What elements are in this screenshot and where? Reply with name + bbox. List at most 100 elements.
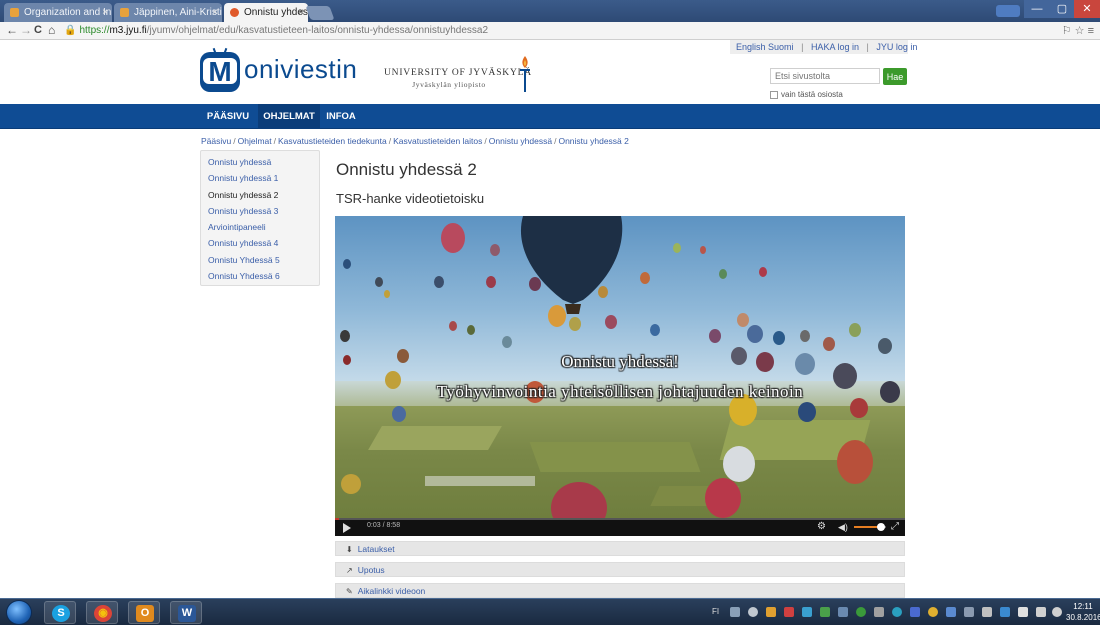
tray-icon[interactable]: [820, 607, 830, 617]
tab-title: Jäppinen, Aini-Kristi: [134, 7, 222, 18]
tab-close-icon[interactable]: ×: [298, 3, 304, 22]
nav-infoa[interactable]: INFOA: [322, 104, 360, 129]
home-icon[interactable]: ⌂: [48, 23, 55, 38]
window-close-button[interactable]: ✕: [1074, 0, 1100, 18]
tray-icon[interactable]: [802, 607, 812, 617]
sidebar-item[interactable]: Onnistu Yhdessä 5: [201, 252, 319, 268]
tray-icon[interactable]: [784, 607, 794, 617]
downloads-bar[interactable]: ⬇ Lataukset: [335, 541, 905, 556]
nav-paasivu[interactable]: PÄÄSIVU: [200, 104, 256, 129]
clock-time: 12:11: [1073, 602, 1093, 611]
window-maximize-button[interactable]: ▢: [1050, 0, 1074, 18]
tray-icon[interactable]: [748, 607, 758, 617]
suomi-link[interactable]: Suomi: [768, 42, 794, 52]
tray-icon[interactable]: [856, 607, 866, 617]
windows-taskbar: S ◉ O W FI 12:11 30.8.2016: [0, 598, 1100, 625]
checkbox-icon[interactable]: [770, 90, 778, 99]
speaker-icon[interactable]: [1052, 607, 1062, 617]
video-player[interactable]: Onnistu yhdessä! Työhyvinvointia yhteisö…: [335, 216, 905, 536]
window-minimize-button[interactable]: —: [1024, 0, 1050, 18]
tray-icon[interactable]: [838, 607, 848, 617]
browser-tab-1[interactable]: Organization and In ×: [4, 3, 112, 22]
tray-icon[interactable]: [766, 607, 776, 617]
sidebar-item-current[interactable]: Onnistu yhdessä 2: [201, 187, 319, 203]
tab-favicon-icon: [230, 8, 239, 17]
tray-icon[interactable]: [730, 607, 740, 617]
url-field[interactable]: 🔒 https://m3.jyu.fi/jyumv/ohjelmat/edu/ka…: [64, 24, 488, 38]
web-page: English Suomi | HAKA log in | JYU log in…: [0, 40, 1100, 598]
profile-badge-icon[interactable]: [996, 5, 1020, 17]
download-icon: ⬇: [346, 545, 353, 554]
downloads-label: Lataukset: [357, 544, 395, 554]
tab-title: Organization and In: [24, 7, 112, 18]
taskbar-outlook[interactable]: O: [128, 601, 160, 624]
jyu-login-link[interactable]: JYU log in: [876, 42, 917, 52]
breadcrumb: Pääsivu / Ohjelmat / Kasvatustieteiden tiede…: [201, 136, 629, 146]
page-title: Onnistu yhdessä 2: [336, 160, 477, 179]
breadcrumb-item[interactable]: Kasvatustieteiden laitos: [393, 136, 482, 146]
tab-close-icon[interactable]: ×: [102, 3, 108, 22]
tray-icon[interactable]: [964, 607, 974, 617]
windows-start-icon[interactable]: [6, 600, 32, 625]
breadcrumb-item[interactable]: Ohjelmat: [238, 136, 272, 146]
browser-tab-3-active[interactable]: Onnistu yhdessä 2 – ×: [224, 3, 308, 22]
haka-login-link[interactable]: HAKA log in: [811, 42, 859, 52]
university-logo[interactable]: UNIVERSITY OF JYVÄSKYLÄ Jyväskylän yliop…: [384, 68, 532, 89]
flag-icon[interactable]: [1018, 607, 1028, 617]
taskbar-chrome[interactable]: ◉: [86, 601, 118, 624]
outlook-icon: O: [136, 605, 154, 622]
english-link[interactable]: English: [736, 42, 766, 52]
search-input[interactable]: [770, 68, 880, 84]
volume-knob[interactable]: [877, 523, 886, 531]
language-indicator[interactable]: FI: [712, 607, 719, 616]
separator: |: [801, 42, 804, 52]
search-scope-checkbox[interactable]: vain tästä osiosta: [770, 90, 843, 99]
new-tab-button[interactable]: [305, 6, 335, 20]
tray-icon[interactable]: [946, 607, 956, 617]
sidebar-item[interactable]: Onnistu yhdessä 1: [201, 170, 319, 186]
network-icon[interactable]: [1036, 607, 1046, 617]
play-icon[interactable]: [343, 523, 351, 533]
search-button[interactable]: Hae: [883, 68, 907, 85]
timelink-label: Aikalinkki videoon: [357, 586, 426, 596]
tray-icon[interactable]: [1000, 607, 1010, 617]
tray-icon[interactable]: [874, 607, 884, 617]
tab-favicon-icon: [120, 8, 129, 17]
logo-letter: M: [208, 56, 232, 87]
sidebar-item[interactable]: Onnistu yhdessä 3: [201, 203, 319, 219]
embed-bar[interactable]: ↗ Upotus: [335, 562, 905, 577]
fullscreen-icon[interactable]: ⤢: [891, 521, 899, 533]
video-controls: 0:03 / 8:58 ⚙ ◀) ⤢: [335, 518, 905, 536]
breadcrumb-item[interactable]: Kasvatustieteiden tiedekunta: [278, 136, 387, 146]
forward-arrow-icon[interactable]: →: [20, 23, 32, 38]
taskbar-clock[interactable]: 12:11 30.8.2016: [1066, 601, 1100, 623]
nav-ohjelmat[interactable]: OHJELMAT: [258, 104, 320, 129]
back-arrow-icon[interactable]: ←: [6, 23, 18, 38]
browser-tab-2[interactable]: Jäppinen, Aini-Kristi ×: [114, 3, 222, 22]
sidebar-item[interactable]: Arviointipaneeli: [201, 219, 319, 235]
url-domain: m3.jyu.fi: [109, 25, 147, 36]
sidebar-item[interactable]: Onnistu yhdessä: [201, 154, 319, 170]
tray-icon[interactable]: [928, 607, 938, 617]
tray-icon[interactable]: [910, 607, 920, 617]
tv-logo-icon: M: [200, 47, 240, 92]
gear-icon[interactable]: ⚙: [817, 521, 826, 533]
university-name: UNIVERSITY OF JYVÄSKYLÄ: [384, 68, 532, 78]
volume-slider[interactable]: [854, 523, 886, 531]
url-scheme: https://: [79, 25, 110, 36]
address-bar: ← → C ⌂ 🔒 https://m3.jyu.fi/jyumv/ohjelma…: [0, 22, 1100, 40]
tray-icon[interactable]: [982, 607, 992, 617]
volume-icon[interactable]: ◀): [838, 521, 848, 533]
video-progress-bar[interactable]: [335, 518, 905, 520]
sidebar-item[interactable]: Onnistu yhdessä 4: [201, 235, 319, 251]
breadcrumb-item[interactable]: Onnistu yhdessä: [489, 136, 552, 146]
breadcrumb-item[interactable]: Pääsivu: [201, 136, 231, 146]
tab-close-icon[interactable]: ×: [212, 3, 218, 22]
sidebar-item[interactable]: Onnistu Yhdessä 6: [201, 268, 319, 284]
reload-icon[interactable]: C: [34, 23, 42, 38]
timelink-bar[interactable]: ✎ Aikalinkki videoon: [335, 583, 905, 598]
taskbar-word[interactable]: W: [170, 601, 202, 624]
browser-menu-icons[interactable]: ⚐ ☆ ≡: [1062, 24, 1094, 37]
tray-icon[interactable]: [892, 607, 902, 617]
taskbar-skype[interactable]: S: [44, 601, 76, 624]
